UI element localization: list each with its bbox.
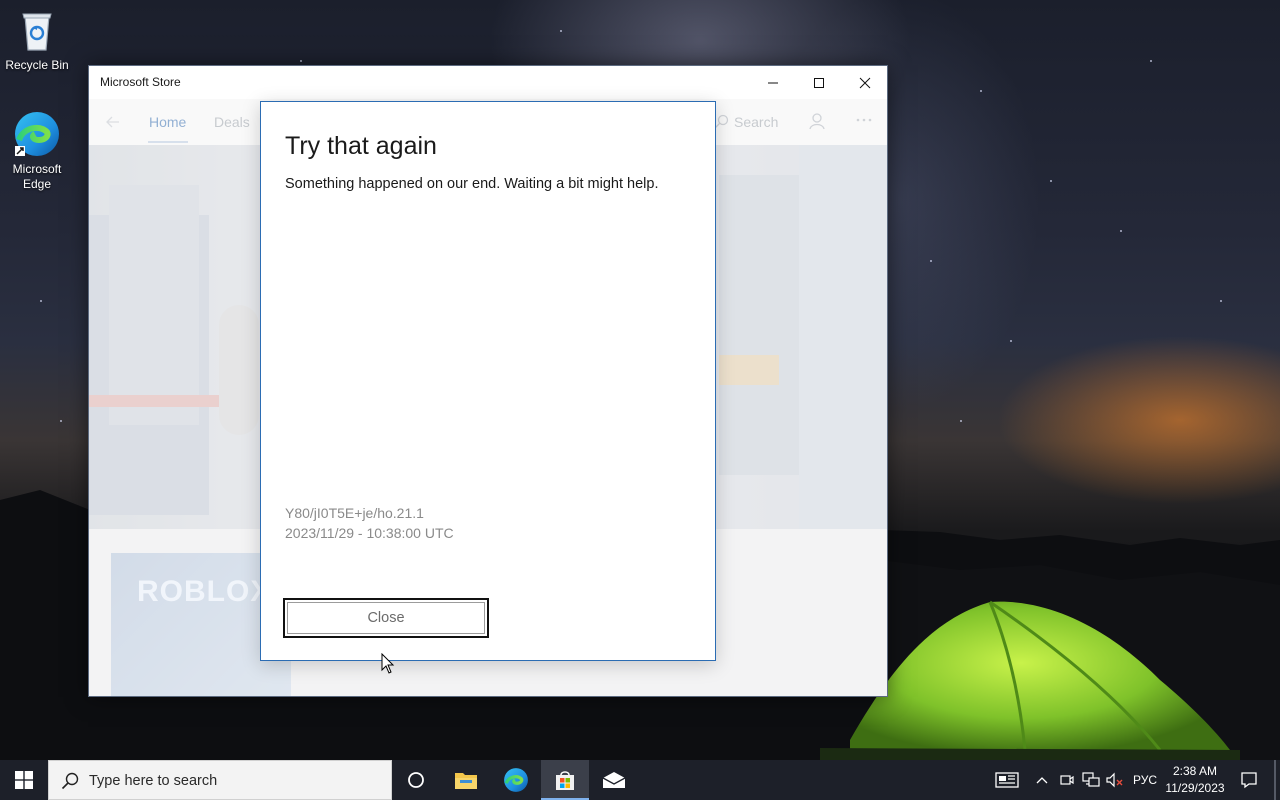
show-desktop-button[interactable]	[1274, 760, 1276, 800]
language-indicator: РУС	[1132, 773, 1158, 787]
clock-time: 2:38 AM	[1172, 764, 1218, 778]
clock-date: 11/29/2023	[1165, 781, 1225, 795]
camera-icon	[1060, 775, 1074, 785]
taskbar: Type here to search РУС 2:38 AM 11/29/20…	[0, 760, 1280, 800]
cortana-button[interactable]	[392, 760, 440, 800]
close-icon	[859, 77, 871, 88]
folder-icon	[455, 773, 477, 789]
taskbar-edge[interactable]	[492, 760, 540, 800]
window-titlebar[interactable]: Microsoft Store	[89, 66, 887, 99]
maximize-icon	[814, 77, 824, 88]
minimize-icon	[768, 82, 778, 83]
dialog-error-details: Y80/jI0T5E+je/ho.21.1 2023/11/29 - 10:38…	[285, 503, 454, 543]
notification-icon	[1241, 772, 1257, 789]
tray-volume[interactable]	[1103, 760, 1127, 800]
mail-icon	[602, 772, 626, 788]
search-placeholder: Type here to search	[89, 773, 218, 789]
error-code: Y80/jI0T5E+je/ho.21.1	[285, 505, 424, 521]
error-timestamp: 2023/11/29 - 10:38:00 UTC	[285, 525, 454, 541]
taskbar-file-explorer[interactable]	[442, 760, 490, 800]
tray-language[interactable]: РУС	[1130, 760, 1160, 800]
news-icon	[995, 772, 1019, 788]
chevron-up-icon	[1036, 777, 1048, 784]
close-button-label: Close	[367, 610, 405, 626]
taskbar-search-box[interactable]: Type here to search	[48, 760, 392, 800]
news-widget-button[interactable]	[992, 760, 1022, 800]
desktop-icon-recycle-bin[interactable]: Recycle Bin	[0, 6, 74, 73]
desktop-icon-label: Microsoft Edge	[12, 162, 62, 191]
show-hidden-icons-button[interactable]	[1031, 760, 1053, 800]
search-icon	[61, 772, 79, 790]
tray-network[interactable]	[1079, 760, 1103, 800]
close-button[interactable]: Close	[283, 598, 489, 638]
volume-muted-icon	[1106, 772, 1123, 788]
action-center-button[interactable]	[1234, 760, 1264, 800]
recycle-bin-icon	[13, 6, 61, 54]
cortana-circle-icon	[408, 772, 424, 788]
edge-icon	[13, 110, 61, 158]
minimize-button[interactable]	[750, 66, 796, 99]
error-dialog: Try that again Something happened on our…	[260, 101, 716, 661]
maximize-button[interactable]	[796, 66, 842, 99]
close-window-button[interactable]	[842, 66, 887, 99]
desktop-icon-label: Recycle Bin	[5, 58, 69, 72]
dialog-message: Something happened on our end. Waiting a…	[285, 176, 659, 192]
start-button[interactable]	[0, 760, 48, 800]
taskbar-microsoft-store[interactable]	[541, 760, 589, 800]
taskbar-clock[interactable]: 2:38 AM 11/29/2023	[1160, 763, 1230, 797]
windows-logo-icon	[15, 771, 33, 789]
store-bag-icon	[556, 771, 574, 790]
window-title: Microsoft Store	[100, 75, 181, 89]
desktop-icon-edge[interactable]: Microsoft Edge	[0, 110, 74, 192]
dialog-title: Try that again	[285, 132, 437, 160]
network-icon	[1082, 772, 1100, 787]
mouse-cursor-icon	[381, 653, 395, 674]
taskbar-mail[interactable]	[590, 760, 638, 800]
tray-meet-now[interactable]	[1056, 760, 1078, 800]
edge-icon	[504, 768, 528, 792]
